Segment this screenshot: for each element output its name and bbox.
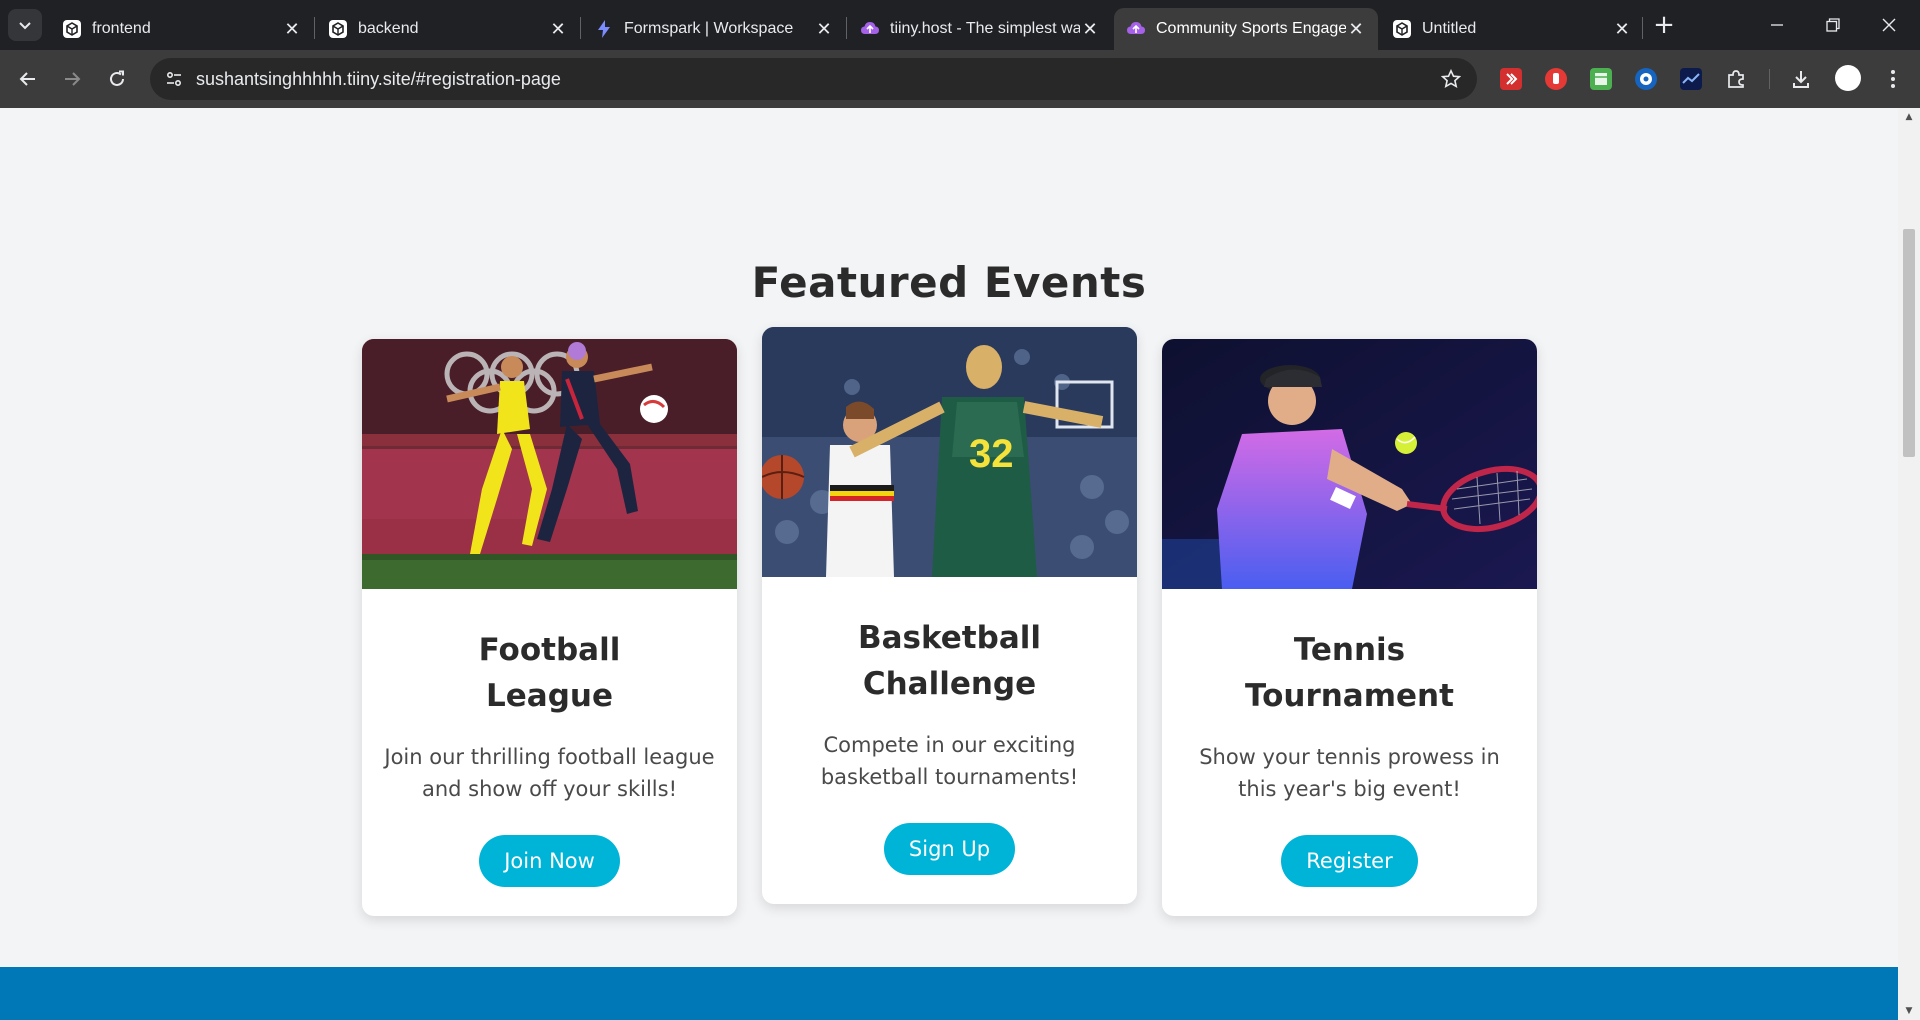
cloud-icon (860, 19, 880, 39)
new-tab-button[interactable]: + (1650, 10, 1678, 40)
scroll-up-icon[interactable]: ▲ (1903, 112, 1915, 122)
browser-toolbar: sushantsinghhhhh.tiiny.site/#registratio… (0, 50, 1920, 108)
codesandbox-icon (62, 19, 82, 39)
reload-icon (110, 70, 124, 86)
close-window-button[interactable] (1866, 0, 1912, 50)
event-title: Basketball Challenge (858, 620, 1041, 702)
extensions-puzzle-icon[interactable] (1722, 65, 1750, 93)
tab-title: Community Sports Engage (1156, 20, 1346, 37)
close-icon (1882, 18, 1896, 32)
event-card-tennis: Tennis Tournament Show your tennis prowe… (1162, 339, 1537, 916)
extension-video-icon[interactable] (1500, 68, 1522, 90)
cloud-icon (1126, 19, 1146, 39)
tab-backend[interactable]: backend ✕ (316, 8, 580, 50)
tennis-player-photo (1162, 339, 1537, 589)
football-players-photo (362, 339, 737, 589)
tab-community-sports[interactable]: Community Sports Engage ✕ (1114, 8, 1378, 50)
page-scrollbar[interactable]: ▲ ▼ (1898, 108, 1920, 1020)
minimize-button[interactable] (1754, 0, 1800, 50)
downloads-icon[interactable] (1787, 65, 1815, 93)
back-button[interactable] (12, 63, 44, 95)
tab-divider (846, 17, 847, 39)
close-icon[interactable]: ✕ (814, 19, 834, 39)
tab-divider (1642, 17, 1643, 39)
tab-frontend[interactable]: frontend ✕ (50, 8, 314, 50)
profile-avatar[interactable] (1835, 65, 1861, 91)
tab-formspark[interactable]: Formspark | Workspace ✕ (582, 8, 846, 50)
bookmark-star-icon[interactable] (1439, 67, 1463, 91)
minimize-icon (1771, 24, 1783, 26)
footer (0, 967, 1898, 1020)
bolt-icon (594, 19, 614, 39)
close-icon[interactable]: ✕ (282, 19, 302, 39)
join-now-button[interactable]: Join Now (479, 835, 620, 887)
close-icon[interactable]: ✕ (548, 19, 568, 39)
plus-icon: + (1653, 10, 1675, 40)
restore-button[interactable] (1810, 0, 1856, 50)
tab-search-button[interactable] (8, 9, 42, 41)
register-button[interactable]: Register (1281, 835, 1418, 887)
event-card-basketball: 32 Basketball Challenge Compete in our e… (762, 327, 1137, 904)
svg-text:32: 32 (969, 432, 1014, 476)
tab-divider (314, 17, 315, 39)
tab-tiiny-host[interactable]: tiiny.host - The simplest wa ✕ (848, 8, 1112, 50)
tab-title: Formspark | Workspace (624, 20, 794, 37)
chevron-down-icon (19, 22, 31, 30)
arrow-right-icon (65, 72, 81, 86)
close-icon[interactable]: ✕ (1080, 19, 1100, 39)
tab-strip: frontend ✕ backend ✕ Formspark | Workspa… (0, 0, 1920, 50)
site-settings-icon[interactable] (160, 65, 188, 93)
tab-title: Untitled (1422, 20, 1477, 37)
codesandbox-icon (328, 19, 348, 39)
codesandbox-icon (1392, 19, 1412, 39)
extension-compass-icon[interactable] (1635, 68, 1657, 90)
web-page: Featured Events Football League Join our… (0, 108, 1898, 1020)
url-text[interactable]: sushantsinghhhhh.tiiny.site/#registratio… (196, 69, 561, 90)
section-title: Featured Events (751, 258, 1147, 307)
extension-sheet-icon[interactable] (1590, 68, 1612, 90)
tab-title: tiiny.host - The simplest wa (890, 20, 1080, 37)
sign-up-button[interactable]: Sign Up (883, 823, 1016, 875)
arrow-left-icon (19, 72, 35, 86)
event-card-football: Football League Join our thrilling footb… (362, 339, 737, 916)
close-icon[interactable]: ✕ (1612, 19, 1632, 39)
reload-button[interactable] (101, 63, 133, 95)
address-bar[interactable]: sushantsinghhhhh.tiiny.site/#registratio… (150, 58, 1477, 100)
kebab-menu-icon[interactable] (1879, 65, 1907, 93)
extension-analytics-icon[interactable] (1680, 68, 1702, 90)
toolbar-divider (1769, 69, 1770, 89)
basketball-players-photo: 32 (762, 327, 1137, 577)
tab-title: frontend (92, 20, 151, 37)
close-icon[interactable]: ✕ (1346, 19, 1366, 39)
event-description: Show your tennis prowess in this year's … (1199, 745, 1500, 801)
restore-icon (1826, 18, 1840, 32)
event-description: Join our thrilling football league and s… (384, 745, 715, 801)
tab-divider (580, 17, 581, 39)
scrollbar-thumb[interactable] (1903, 229, 1915, 457)
extension-adblock-icon[interactable] (1545, 68, 1567, 90)
scroll-down-icon[interactable]: ▼ (1903, 1006, 1915, 1016)
event-title: Football League (478, 632, 621, 714)
tab-title: backend (358, 20, 419, 37)
tab-untitled[interactable]: Untitled ✕ (1380, 8, 1644, 50)
event-description: Compete in our exciting basketball tourn… (820, 733, 1079, 789)
forward-button[interactable] (56, 63, 88, 95)
event-title: Tennis Tournament (1245, 632, 1454, 714)
